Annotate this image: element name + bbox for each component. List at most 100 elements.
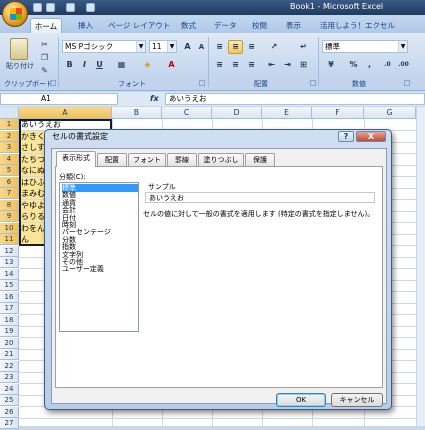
row-header[interactable]: 6	[0, 177, 19, 188]
orientation-icon[interactable]: ↗	[264, 40, 284, 54]
paste-button[interactable]: 貼り付け	[6, 61, 34, 71]
underline-icon[interactable]: U	[92, 58, 107, 72]
row-header[interactable]: 17	[0, 303, 19, 314]
column-header-e[interactable]: E	[262, 107, 312, 119]
title-bar: Book1 - Microsoft Excel	[0, 0, 425, 15]
tab-addin[interactable]: 活用しよう！エクセル	[320, 18, 395, 33]
align-top-icon[interactable]: ≡	[212, 40, 227, 54]
row-header[interactable]: 9	[0, 211, 19, 222]
row-header[interactable]: 2	[0, 131, 19, 142]
tab-alignment[interactable]: 配置	[97, 153, 127, 166]
tab-home[interactable]: ホーム	[30, 18, 62, 33]
borders-icon[interactable]: ▦	[114, 58, 129, 72]
tab-fill[interactable]: 塗りつぶし	[198, 153, 244, 166]
merge-center-icon[interactable]: ⊞	[296, 58, 311, 72]
customize-qat-icon[interactable]	[86, 3, 95, 12]
column-header-b[interactable]: B	[112, 107, 162, 119]
row-header[interactable]: 20	[0, 338, 19, 349]
cut-icon[interactable]: ✂	[37, 38, 52, 52]
row-header[interactable]: 18	[0, 315, 19, 326]
font-name-combo[interactable]: MS Pゴシック ▼	[62, 40, 146, 53]
select-all-button[interactable]	[0, 107, 19, 119]
column-header-g[interactable]: G	[364, 107, 416, 119]
tab-data[interactable]: データ	[214, 18, 237, 33]
increase-decimal-icon[interactable]: .0	[380, 58, 395, 72]
row-header[interactable]: 23	[0, 372, 19, 383]
row-header[interactable]: 27	[0, 418, 19, 429]
decrease-decimal-icon[interactable]: .00	[396, 58, 411, 72]
name-box[interactable]: A1	[0, 93, 118, 105]
row-header[interactable]: 8	[0, 200, 19, 211]
alignment-launcher-icon[interactable]	[310, 80, 316, 86]
category-item[interactable]: ユーザー定義	[62, 265, 138, 273]
row-header[interactable]: 1	[0, 119, 19, 130]
tab-border[interactable]: 罫線	[167, 153, 197, 166]
row-header[interactable]: 19	[0, 326, 19, 337]
row-header[interactable]: 25	[0, 395, 19, 406]
wrap-text-icon[interactable]: ↵	[296, 40, 311, 54]
tab-page-layout[interactable]: ページ レイアウト	[108, 18, 170, 33]
tab-formulas[interactable]: 数式	[181, 18, 196, 33]
format-painter-icon[interactable]: ✎	[37, 64, 52, 78]
row-header[interactable]: 16	[0, 292, 19, 303]
tab-review[interactable]: 校閲	[252, 18, 267, 33]
grow-font-icon[interactable]: A	[180, 40, 195, 54]
tab-number-format[interactable]: 表示形式	[56, 151, 96, 167]
tab-insert[interactable]: 挿入	[78, 18, 93, 33]
align-left-icon[interactable]: ≡	[212, 58, 227, 72]
comma-icon[interactable]: ,	[362, 58, 377, 72]
column-header-d[interactable]: D	[212, 107, 262, 119]
row-header[interactable]: 21	[0, 349, 19, 360]
increase-indent-icon[interactable]: ⇥	[280, 58, 295, 72]
currency-icon[interactable]: ¥	[322, 58, 340, 72]
row-header[interactable]: 10	[0, 223, 19, 234]
align-right-icon[interactable]: ≡	[244, 58, 259, 72]
insert-function-icon[interactable]: fx	[150, 94, 159, 103]
clipboard-launcher-icon[interactable]	[50, 80, 56, 86]
close-button[interactable]: X	[356, 131, 386, 142]
formula-input[interactable]: あいうえお	[165, 93, 425, 105]
help-button[interactable]: ?	[338, 131, 354, 142]
save-icon[interactable]	[33, 3, 42, 12]
fill-color-icon[interactable]: ◈	[140, 58, 155, 72]
font-color-icon[interactable]: A	[164, 58, 179, 72]
cancel-button[interactable]: キャンセル	[331, 393, 383, 407]
row-header[interactable]: 15	[0, 280, 19, 291]
italic-icon[interactable]: I	[77, 58, 92, 72]
align-bottom-icon[interactable]: ≡	[244, 40, 259, 54]
column-header-a[interactable]: A	[19, 107, 112, 119]
office-button[interactable]	[2, 1, 28, 27]
font-size-combo[interactable]: 11 ▼	[149, 40, 177, 53]
row-header[interactable]: 22	[0, 361, 19, 372]
row-header[interactable]: 5	[0, 165, 19, 176]
ok-button[interactable]: OK	[276, 393, 326, 407]
tab-protection[interactable]: 保護	[245, 153, 275, 166]
row-header[interactable]: 13	[0, 257, 19, 268]
tab-font[interactable]: フォント	[128, 153, 166, 166]
row-header[interactable]: 7	[0, 188, 19, 199]
vertical-scrollbar[interactable]	[416, 107, 425, 426]
row-header[interactable]: 3	[0, 142, 19, 153]
align-middle-icon[interactable]: ≡	[228, 40, 243, 54]
paste-icon[interactable]	[10, 38, 28, 60]
number-launcher-icon[interactable]	[404, 80, 410, 86]
font-launcher-icon[interactable]	[199, 80, 205, 86]
row-header[interactable]: 14	[0, 269, 19, 280]
shrink-font-icon[interactable]: A	[194, 40, 209, 54]
row-header[interactable]: 11	[0, 234, 19, 245]
column-header-c[interactable]: C	[162, 107, 212, 119]
row-header[interactable]: 26	[0, 407, 19, 418]
undo-icon[interactable]	[46, 3, 55, 12]
number-format-combo[interactable]: 標準 ▼	[322, 40, 408, 53]
align-center-icon[interactable]: ≡	[228, 58, 243, 72]
copy-icon[interactable]: ❐	[37, 51, 52, 65]
row-header[interactable]: 12	[0, 246, 19, 257]
percent-icon[interactable]: %	[346, 58, 361, 72]
tab-view[interactable]: 表示	[286, 18, 301, 33]
redo-icon[interactable]	[66, 3, 75, 12]
row-header[interactable]: 24	[0, 384, 19, 395]
row-header[interactable]: 4	[0, 154, 19, 165]
bold-icon[interactable]: B	[62, 58, 77, 72]
decrease-indent-icon[interactable]: ⇤	[264, 58, 279, 72]
column-header-f[interactable]: F	[312, 107, 364, 119]
